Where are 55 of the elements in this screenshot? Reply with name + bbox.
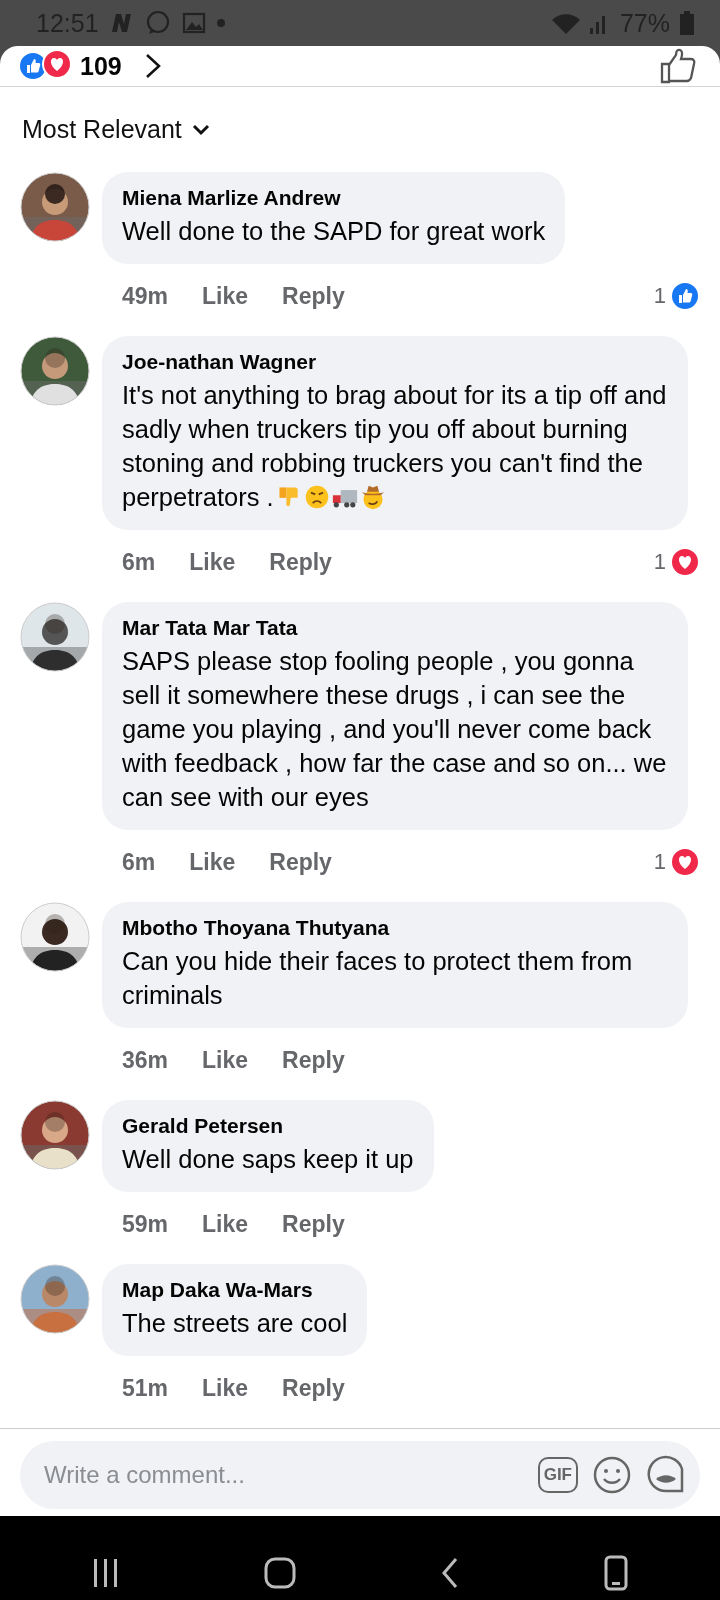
reply-link[interactable]: Reply	[269, 548, 332, 576]
comment-time: 36m	[122, 1046, 169, 1074]
comment-text: Well done to the SAPD for great work	[122, 216, 546, 247]
comment-time: 51m	[122, 1374, 169, 1402]
like-link[interactable]: Like	[202, 1046, 249, 1074]
cowboy-face-icon	[359, 484, 386, 510]
back-icon[interactable]	[440, 1557, 460, 1589]
sort-dropdown[interactable]: Most Relevant	[0, 87, 232, 168]
frowning-face-icon	[303, 484, 330, 510]
comment-time: 6m	[122, 548, 156, 576]
like-link[interactable]: Like	[202, 282, 249, 310]
image-icon	[180, 10, 207, 36]
comment-text: Well done saps keep it up	[122, 1144, 414, 1175]
dot-icon	[216, 19, 225, 27]
comment-author[interactable]: Mar Tata Mar Tata	[122, 616, 668, 640]
chevron-down-icon[interactable]	[191, 123, 210, 136]
comment-text: Can you hide their faces to protect them from criminals	[122, 946, 634, 1011]
comment-field[interactable]: Write a comment... GIF	[20, 1441, 700, 1509]
reaction-count: 1	[653, 849, 666, 875]
like-reaction-icon	[670, 281, 700, 311]
like-link[interactable]: Like	[189, 548, 236, 576]
reaction-count[interactable]: 109	[80, 51, 122, 81]
reply-link[interactable]: Reply	[282, 1046, 345, 1074]
comment-author[interactable]: Miena Marlize Andrew	[122, 186, 546, 210]
comment-text: The streets are cool	[122, 1308, 348, 1339]
heart-reaction-icon	[670, 547, 700, 577]
comment-author[interactable]: Gerald Petersen	[122, 1114, 414, 1138]
reaction-count: 1	[653, 283, 666, 309]
phone-icon[interactable]	[604, 1555, 628, 1591]
like-link[interactable]: Like	[202, 1210, 249, 1238]
recent-apps-icon[interactable]	[92, 1558, 120, 1588]
like-link[interactable]: Like	[189, 848, 236, 876]
comment-time: 6m	[122, 848, 156, 876]
comment-text: It's not anything to brag about for its a tip off and sadly when truckers tip you off about burning stoning and robbing truckers you can't find the perpetrators .	[122, 380, 668, 513]
reply-link[interactable]: Reply	[282, 1374, 345, 1402]
gif-button[interactable]: GIF	[537, 1457, 578, 1493]
comment-time: 49m	[122, 282, 169, 310]
reply-link[interactable]: Reply	[282, 1210, 345, 1238]
comment-author[interactable]: Joe-nathan Wagner	[122, 350, 668, 374]
comment-text: SAPS please stop fooling people , you gonna sell it somewhere these drugs , i can see the game you playing , and you'll never come back with feedback , how far the case and so on... we can see with our eyes	[122, 646, 668, 813]
home-icon[interactable]	[264, 1557, 296, 1589]
smiley-icon[interactable]	[592, 1455, 632, 1495]
comment-author[interactable]: Mbotho Thoyana Thutyana	[122, 916, 668, 940]
reply-link[interactable]: Reply	[269, 848, 332, 876]
chat-bubble-icon	[144, 10, 171, 36]
reply-link[interactable]: Reply	[282, 282, 345, 310]
reaction-count: 1	[653, 549, 666, 575]
comment-author[interactable]: Map Daka Wa-Mars	[122, 1278, 348, 1302]
heart-reaction-icon	[42, 49, 72, 79]
sticker-icon[interactable]	[646, 1455, 686, 1495]
like-link[interactable]: Like	[202, 1374, 249, 1402]
battery-icon	[680, 11, 694, 35]
comment-time: 59m	[122, 1210, 169, 1238]
like-icon[interactable]	[658, 46, 698, 86]
heart-reaction-icon	[670, 847, 700, 877]
